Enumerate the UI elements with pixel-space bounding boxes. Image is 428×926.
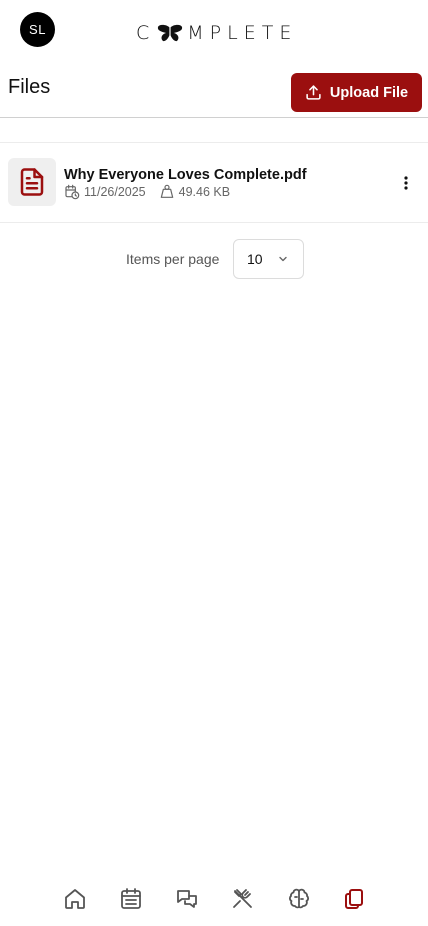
logo-text-right: MPLETE <box>187 22 298 44</box>
bottom-nav <box>0 876 428 926</box>
more-vertical-icon <box>404 176 408 190</box>
nav-brain[interactable] <box>286 886 312 912</box>
home-icon <box>65 889 85 909</box>
upload-file-label: Upload File <box>329 84 409 101</box>
butterfly-icon <box>158 24 183 42</box>
upload-icon <box>306 85 321 100</box>
document-icon <box>20 168 44 196</box>
avatar-initials: SL <box>29 22 46 37</box>
chevron-down-icon <box>279 256 287 262</box>
brand-logo: C MPLETE <box>136 23 297 43</box>
page-header: Files Upload File <box>0 62 428 118</box>
weight-icon <box>160 184 173 198</box>
calendar-icon <box>121 888 141 909</box>
top-bar: SL C MPLETE <box>0 0 428 62</box>
nav-files[interactable] <box>341 886 367 912</box>
file-options-button[interactable] <box>396 171 416 195</box>
file-name: Why Everyone Loves Complete.pdf <box>64 167 307 183</box>
file-meta: 11/26/2025 49.46 KB <box>64 184 230 200</box>
file-list-item[interactable]: Why Everyone Loves Complete.pdf 11/26/20… <box>0 143 428 222</box>
pagination: Items per page 10 <box>0 239 428 279</box>
brain-icon <box>289 888 309 909</box>
items-per-page-label: Items per page <box>126 251 220 267</box>
page-title: Files <box>8 76 51 98</box>
nav-meals[interactable] <box>230 886 256 912</box>
calendar-clock-icon <box>65 184 80 200</box>
file-date: 11/26/2025 <box>84 185 146 199</box>
files-icon <box>345 889 363 909</box>
nav-messages[interactable] <box>174 886 200 912</box>
upload-file-button[interactable]: Upload File <box>291 73 422 112</box>
chat-icon <box>177 890 197 908</box>
utensils-icon <box>233 889 252 908</box>
logo-text-left: C <box>136 22 156 44</box>
file-size: 49.46 KB <box>178 185 231 199</box>
avatar[interactable]: SL <box>20 12 55 47</box>
items-per-page-select[interactable]: 10 <box>233 239 304 279</box>
items-per-page-value: 10 <box>247 251 263 267</box>
divider <box>0 222 428 223</box>
file-size-group: 49.46 KB <box>159 184 230 200</box>
nav-calendar[interactable] <box>118 886 144 912</box>
nav-home[interactable] <box>62 886 88 912</box>
file-thumbnail <box>8 158 56 206</box>
